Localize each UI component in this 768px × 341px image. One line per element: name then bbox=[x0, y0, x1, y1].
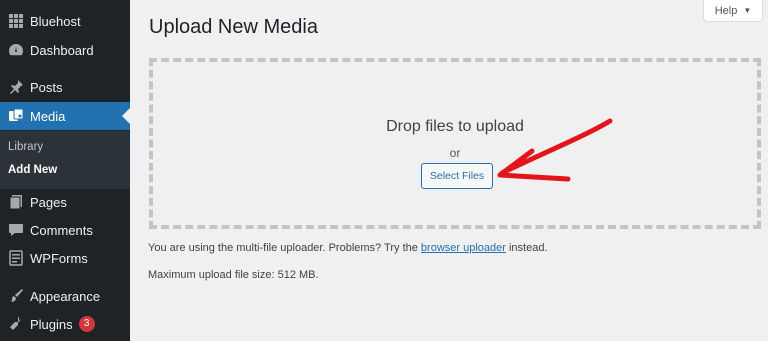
sidebar-item-label: Comments bbox=[30, 222, 93, 238]
drop-files-text: Drop files to upload bbox=[386, 118, 524, 135]
sidebar-item-label: Media bbox=[30, 108, 66, 124]
sidebar-item-appearance[interactable]: Appearance bbox=[0, 282, 130, 310]
or-text: or bbox=[449, 146, 461, 160]
media-icon bbox=[0, 108, 28, 124]
admin-sidebar: Bluehost Dashboard Posts Media Library A… bbox=[0, 0, 130, 341]
sidebar-item-label: Bluehost bbox=[30, 13, 81, 29]
sidebar-item-plugins[interactable]: Plugins 3 bbox=[0, 310, 130, 338]
sidebar-item-pages[interactable]: Pages bbox=[0, 188, 130, 216]
sidebar-item-label: Dashboard bbox=[30, 42, 94, 58]
uploader-info-text: You are using the multi-file uploader. P… bbox=[148, 242, 548, 254]
plugins-update-badge: 3 bbox=[78, 316, 95, 332]
grid-icon bbox=[0, 13, 28, 29]
sidebar-item-label: Pages bbox=[30, 194, 67, 210]
browser-uploader-link[interactable]: browser uploader bbox=[421, 242, 506, 254]
sidebar-item-label: Appearance bbox=[30, 288, 101, 304]
sidebar-item-label: Plugins bbox=[30, 316, 73, 332]
brush-icon bbox=[0, 288, 28, 304]
submenu-item-add-new[interactable]: Add New bbox=[8, 164, 57, 176]
submenu-item-library[interactable]: Library bbox=[8, 141, 43, 153]
info-text-after: instead. bbox=[505, 242, 548, 254]
info-text-before: You are using the multi-file uploader. P… bbox=[148, 242, 421, 254]
caret-down-icon: ▼ bbox=[743, 6, 752, 15]
plugin-icon bbox=[0, 316, 28, 332]
page-title: Upload New Media bbox=[149, 16, 318, 38]
max-upload-size-text: Maximum upload file size: 512 MB. bbox=[148, 269, 319, 281]
sidebar-item-wpforms[interactable]: WPForms bbox=[0, 244, 130, 272]
help-label: Help bbox=[714, 4, 738, 17]
sidebar-item-bluehost[interactable]: Bluehost bbox=[0, 7, 130, 35]
help-tab-button[interactable]: Help ▼ bbox=[703, 0, 763, 22]
sidebar-item-label: WPForms bbox=[30, 250, 88, 266]
dashboard-icon bbox=[0, 42, 28, 58]
sidebar-item-media[interactable]: Media bbox=[0, 102, 130, 130]
sidebar-item-dashboard[interactable]: Dashboard bbox=[0, 36, 130, 64]
sidebar-item-posts[interactable]: Posts bbox=[0, 73, 130, 101]
annotation-arrow-icon bbox=[497, 118, 613, 182]
sidebar-item-label: Posts bbox=[30, 79, 63, 95]
comment-icon bbox=[0, 222, 28, 238]
wpforms-icon bbox=[0, 250, 28, 266]
media-submenu: Library Add New bbox=[0, 131, 130, 189]
pin-icon bbox=[0, 79, 28, 95]
drag-drop-area[interactable]: Drop files to upload or Select Files bbox=[149, 58, 761, 229]
pages-icon bbox=[0, 194, 28, 210]
sidebar-item-comments[interactable]: Comments bbox=[0, 216, 130, 244]
select-files-button[interactable]: Select Files bbox=[421, 163, 493, 189]
